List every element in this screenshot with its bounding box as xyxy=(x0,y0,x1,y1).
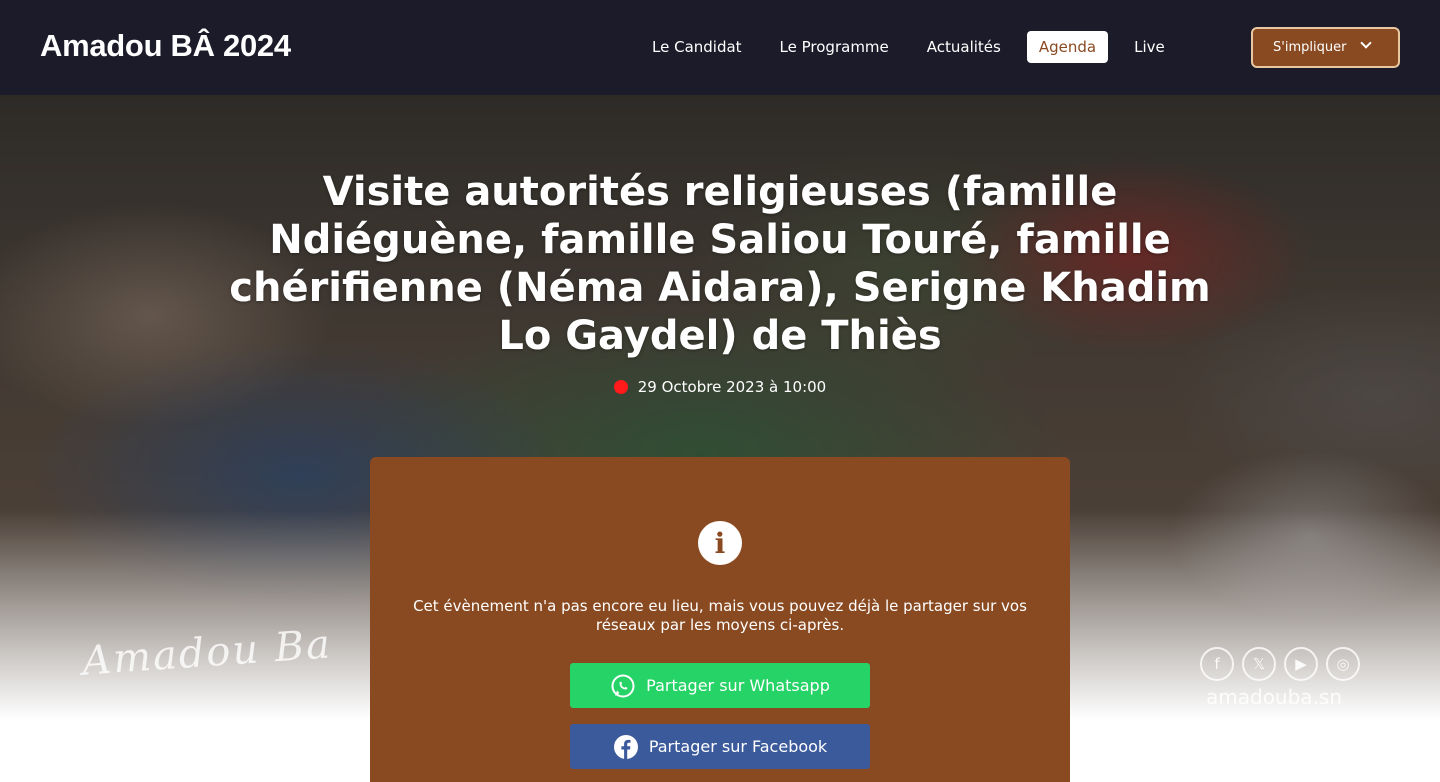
cta-label: S'impliquer xyxy=(1273,40,1347,55)
share-facebook-label: Partager sur Facebook xyxy=(648,737,828,756)
main-nav: Le Candidat Le Programme Actualités Agen… xyxy=(640,31,1191,63)
event-date-text: 29 Octobre 2023 à 10:00 xyxy=(637,378,827,396)
nav-item-live[interactable]: Live xyxy=(1122,31,1177,63)
event-date: 29 Octobre 2023 à 10:00 xyxy=(0,378,1440,396)
hero-social-icons: f 𝕏 ▶ ◎ xyxy=(1200,647,1360,681)
info-icon: i xyxy=(698,521,742,565)
instagram-icon: ◎ xyxy=(1326,647,1360,681)
site-header: Amadou BÂ 2024 Le Candidat Le Programme … xyxy=(0,0,1440,95)
nav-item-agenda[interactable]: Agenda xyxy=(1026,31,1109,63)
nav-item-le-candidat[interactable]: Le Candidat xyxy=(640,31,754,63)
site-url-watermark: amadouba.sn xyxy=(1206,685,1343,709)
nav-item-actualites[interactable]: Actualités xyxy=(915,31,1013,63)
facebook-icon: f xyxy=(1200,647,1234,681)
share-card: i Cet évènement n'a pas encore eu lieu, … xyxy=(370,457,1070,782)
share-whatsapp-label: Partager sur Whatsapp xyxy=(646,676,830,695)
whatsapp-icon xyxy=(611,674,635,697)
chevron-down-icon xyxy=(1360,37,1372,49)
share-facebook-button[interactable]: Partager sur Facebook xyxy=(570,724,870,769)
event-title: Visite autorités religieuses (famille Nd… xyxy=(229,169,1211,359)
nav-item-le-programme[interactable]: Le Programme xyxy=(768,31,901,63)
live-dot-icon xyxy=(613,380,628,394)
x-icon: 𝕏 xyxy=(1242,647,1276,681)
share-whatsapp-button[interactable]: Partager sur Whatsapp xyxy=(570,663,870,708)
site-logo[interactable]: Amadou BÂ 2024 xyxy=(40,28,291,64)
facebook-icon xyxy=(613,734,638,759)
event-notice: Cet évènement n'a pas encore eu lieu, ma… xyxy=(413,597,1027,634)
youtube-icon: ▶ xyxy=(1284,647,1318,681)
simpliquer-dropdown-button[interactable]: S'impliquer xyxy=(1251,27,1400,68)
